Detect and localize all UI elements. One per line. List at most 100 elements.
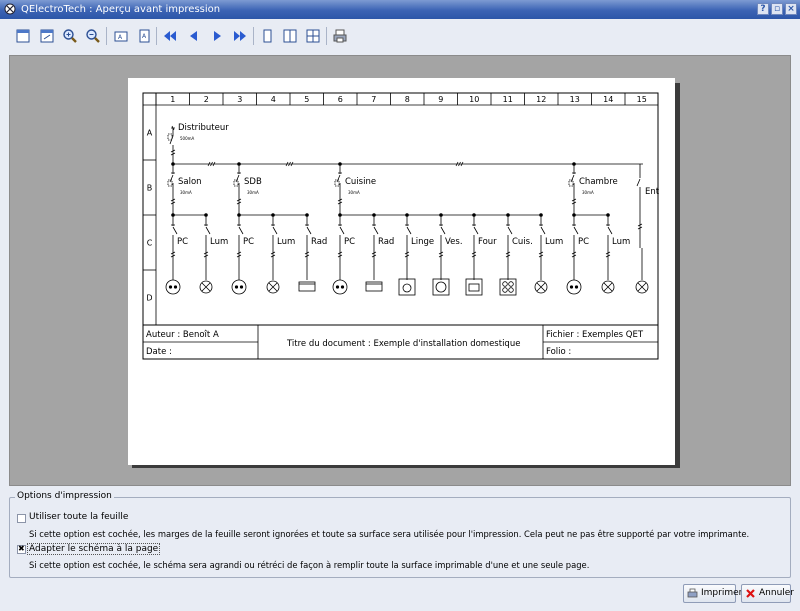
previous-page-button[interactable]	[183, 25, 205, 47]
socket-symbol	[574, 285, 579, 289]
appliance-symbol	[398, 278, 416, 296]
column-label: 7	[371, 95, 376, 104]
junction-dot	[271, 213, 275, 217]
options-group-title: Options d'impression	[15, 491, 114, 501]
label-salon: Salon	[178, 177, 202, 187]
portrait-button[interactable]: A	[133, 25, 155, 47]
use-full-sheet-checkbox[interactable]	[17, 514, 26, 523]
print-preview-area[interactable]: 123456789101112131415 ABCD	[9, 55, 791, 486]
titleblock-date: Date :	[146, 347, 172, 357]
junction-dot	[572, 162, 576, 166]
single-page-icon	[263, 29, 272, 43]
first-page-button[interactable]	[159, 25, 181, 47]
circuit-breaker	[237, 215, 244, 280]
appliance-symbol	[402, 283, 412, 293]
all-pages-icon	[306, 29, 320, 43]
circuit-breaker	[338, 215, 345, 280]
all-pages-button[interactable]	[302, 25, 324, 47]
toolbar-separator	[326, 27, 327, 45]
printer-icon	[333, 29, 347, 43]
column-label: 4	[271, 95, 276, 104]
appliance-symbol	[502, 281, 508, 287]
circuit-breaker	[472, 215, 479, 280]
app-icon	[4, 3, 16, 15]
landscape-button[interactable]: A	[110, 25, 132, 47]
column-label: 5	[304, 95, 309, 104]
differential-symbol	[233, 179, 239, 187]
maximize-button[interactable]: ▫	[771, 3, 783, 15]
junction-dot	[472, 213, 476, 217]
window-title: QElectroTech : Aperçu avant impression	[21, 4, 221, 15]
zoom-out-button[interactable]	[82, 25, 104, 47]
last-page-icon	[234, 31, 246, 41]
circuit-label: Lum	[277, 237, 295, 247]
fit-page-button[interactable]	[36, 25, 58, 47]
next-page-icon	[214, 31, 221, 41]
junction-dot	[606, 213, 610, 217]
appliance-symbol	[468, 283, 480, 292]
use-full-sheet-label[interactable]: Utiliser toute la feuille	[29, 512, 128, 522]
circuit-breaker	[305, 215, 312, 280]
label-ent: Ent	[645, 187, 660, 197]
lamp-symbol	[536, 282, 546, 292]
print-button-label: Imprimer	[701, 588, 743, 598]
column-label: 13	[570, 95, 580, 104]
appliance-symbol	[432, 278, 450, 296]
row-label: C	[147, 239, 153, 248]
print-setup-button[interactable]	[329, 25, 351, 47]
junction-dot	[506, 213, 510, 217]
circuit-label: Rad	[311, 237, 327, 247]
socket-symbol	[239, 285, 244, 289]
circuit-label: Four	[478, 237, 497, 247]
previous-page-icon	[190, 31, 197, 41]
schema-diagram: 123456789101112131415 ABCD	[142, 92, 660, 360]
close-button[interactable]: ×	[785, 3, 797, 15]
column-label: 2	[204, 95, 209, 104]
titleblock-author: Auteur : Benoît A	[146, 330, 219, 340]
row-label: D	[146, 294, 152, 303]
cancel-button[interactable]: Annuler	[741, 584, 794, 603]
page-setup-icon	[16, 29, 30, 43]
junction-dot	[171, 213, 175, 217]
page-setup-button[interactable]	[12, 25, 34, 47]
print-button[interactable]: Imprimer	[683, 584, 742, 603]
label-cuisine-rating: 30mA	[348, 190, 360, 195]
zoom-in-button[interactable]	[59, 25, 81, 47]
socket-symbol	[566, 279, 582, 295]
toolbar-separator	[156, 27, 157, 45]
appliance-symbol	[502, 287, 508, 293]
appliance-symbol	[499, 278, 517, 296]
socket-symbol	[332, 279, 348, 295]
toolbar-separator	[253, 27, 254, 45]
breaker-symbol	[636, 164, 643, 248]
last-page-button[interactable]	[229, 25, 251, 47]
fit-page-icon	[40, 29, 54, 43]
portrait-icon: A	[139, 29, 150, 43]
appliance-symbol	[435, 281, 447, 293]
cancel-icon	[746, 589, 755, 598]
breaker-symbol	[336, 164, 342, 215]
junction-dot	[204, 213, 208, 217]
facing-pages-button[interactable]	[279, 25, 301, 47]
single-page-button[interactable]	[256, 25, 278, 47]
circuit-breaker	[439, 215, 446, 280]
junction-dot	[439, 213, 443, 217]
circuit-label: Lum	[210, 237, 228, 247]
column-label: 10	[469, 95, 479, 104]
junction-dot	[338, 213, 342, 217]
next-page-button[interactable]	[206, 25, 228, 47]
socket-symbol	[231, 279, 247, 295]
printer-icon	[687, 588, 698, 598]
circuit-label: Lum	[545, 237, 563, 247]
radiator-symbol	[365, 281, 383, 292]
appliance-symbol	[508, 281, 514, 287]
help-button[interactable]: ?	[757, 3, 769, 15]
label-sdb: SDB	[244, 177, 262, 187]
socket-symbol	[569, 285, 574, 289]
fit-schema-checkbox[interactable]	[17, 544, 26, 554]
circuit-breaker	[506, 215, 513, 280]
fit-schema-label[interactable]: Adapter le schéma à la page	[27, 543, 161, 555]
row-label: A	[147, 129, 153, 138]
appliance-symbol	[465, 278, 483, 296]
junction-dot	[372, 213, 376, 217]
